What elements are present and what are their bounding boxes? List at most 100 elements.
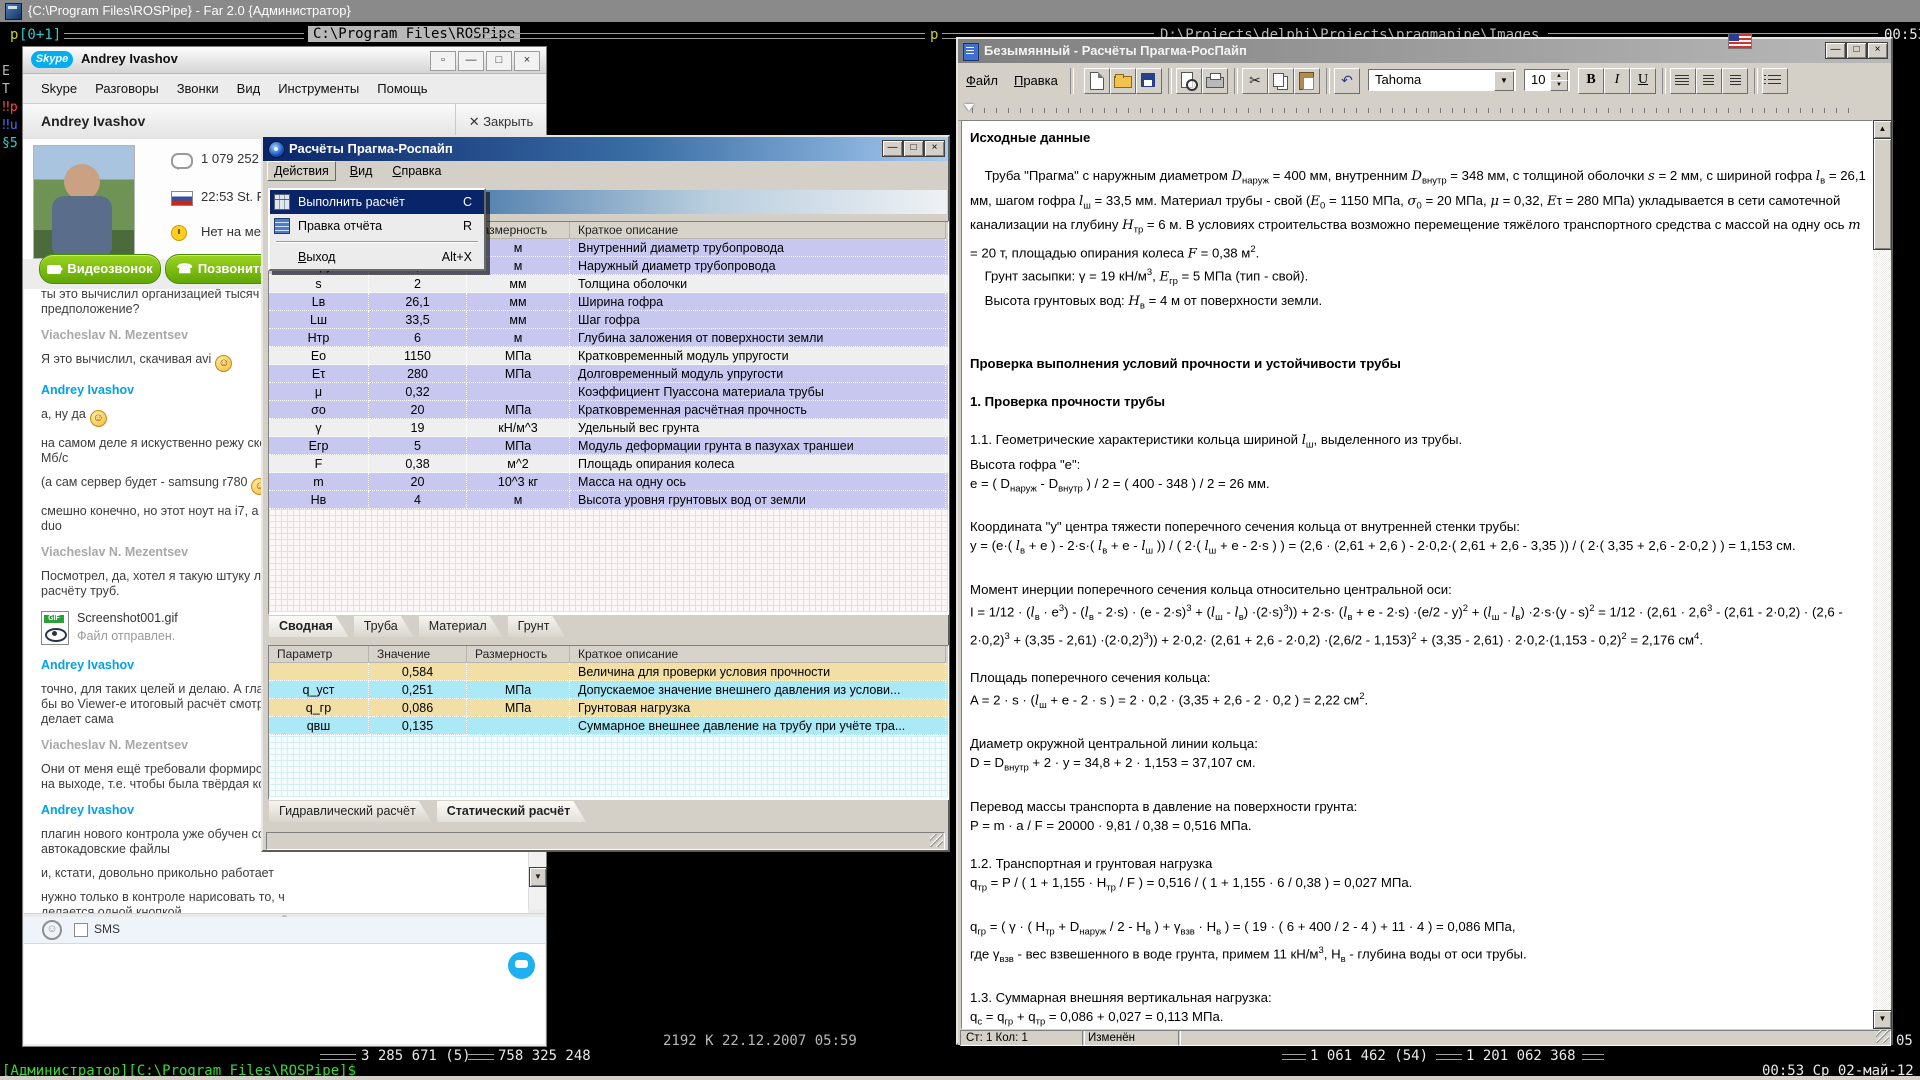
tab-Гидравлический расчёт[interactable]: Гидравлический расчёт: [269, 801, 432, 822]
compact-view-button[interactable]: ▫: [430, 51, 456, 71]
new-document-button[interactable]: [1084, 68, 1110, 94]
far-titlebar[interactable]: {C:\Program Files\ROSPipe} - Far 2.0 {Ад…: [0, 0, 1920, 22]
column-header[interactable]: Параметр: [269, 646, 369, 663]
column-header[interactable]: Краткое описание: [570, 222, 946, 239]
far-right-selected-size: 1 061 462 (54): [1310, 1048, 1428, 1064]
align-right-button[interactable]: [1722, 68, 1748, 94]
paste-button[interactable]: [1294, 68, 1320, 94]
document-scrollbar[interactable]: ▲ ▼: [1873, 120, 1891, 1029]
menu-item-Инструменты[interactable]: Инструменты: [278, 81, 359, 96]
resize-grip[interactable]: [930, 834, 943, 847]
align-left-button[interactable]: [1670, 68, 1696, 94]
table-row[interactable]: μ0,32Коэффициент Пуассона материала труб…: [269, 383, 948, 401]
open-button[interactable]: [1110, 68, 1136, 94]
table-row[interactable]: 0,584Величина для проверки условия прочн…: [269, 663, 948, 681]
table-row[interactable]: Eо1150МПаКратковременный модуль упругост…: [269, 347, 948, 365]
column-header[interactable]: Размерность: [467, 646, 570, 663]
tab-Труба[interactable]: Труба: [354, 616, 414, 637]
tab-Сводная[interactable]: Сводная: [269, 616, 349, 637]
cut-button[interactable]: ✂: [1242, 68, 1268, 94]
doc-paragraph: где γвзв - вес взвешенного в воде грунта…: [970, 941, 1866, 969]
table-row[interactable]: γ19кН/м^3Удельный вес грунта: [269, 419, 948, 437]
column-header[interactable]: Значение: [369, 646, 467, 663]
maximize-button[interactable]: □: [1846, 42, 1867, 59]
menu-item-Skype[interactable]: Skype: [41, 81, 77, 96]
table-row[interactable]: F0,38м^2Площадь опирания колеса: [269, 455, 948, 473]
underline-button[interactable]: U: [1630, 68, 1656, 94]
video-call-button[interactable]: Видеозвонок: [39, 254, 161, 284]
bullet-list-button[interactable]: [1762, 68, 1788, 94]
table-row[interactable]: m2010^3 кгМасса на одну ось: [269, 473, 948, 491]
menu-item-Выполнить расчёт[interactable]: Выполнить расчётC: [270, 190, 484, 214]
table-row[interactable]: Hв4мВысота уровня грунтовых вод от земли: [269, 491, 948, 509]
italic-button[interactable]: I: [1604, 68, 1630, 94]
close-button[interactable]: ×: [514, 51, 540, 71]
console-fragment: T: [2, 82, 10, 97]
print-preview-icon: [1181, 72, 1193, 88]
document-area[interactable]: Исходные данные Труба "Прагма" с наружны…: [961, 120, 1873, 1029]
spin-down-icon[interactable]: ▼: [1550, 80, 1568, 91]
menu-item-Справка[interactable]: Справка: [386, 162, 447, 180]
print-preview-button[interactable]: [1176, 68, 1202, 94]
avatar[interactable]: [33, 145, 135, 259]
table-row[interactable]: q_гр0,086МПаГрунтовая нагрузка: [269, 699, 948, 717]
skype-window-buttons: ▫—□×: [428, 50, 540, 71]
menu-item-Вид[interactable]: Вид: [237, 81, 261, 96]
font-size-input[interactable]: 10▲▼: [1524, 69, 1570, 91]
table-row[interactable]: s2ммТолщина оболочки: [269, 275, 948, 293]
doc-paragraph: [970, 316, 1866, 335]
menu-item-Вид[interactable]: Вид: [344, 162, 379, 180]
resize-grip[interactable]: [1876, 1030, 1889, 1043]
tab-Материал[interactable]: Материал: [419, 616, 503, 637]
table-row[interactable]: qвш0,135Суммарное внешнее давление на тр…: [269, 717, 948, 735]
menu-item-Правка отчёта[interactable]: Правка отчётаR: [270, 214, 484, 238]
message-input[interactable]: [24, 943, 545, 1044]
doc-paragraph: Координата "у" центра тяжести поперечног…: [970, 517, 1866, 536]
skype-titlebar[interactable]: Skype Andrey Ivashov ▫—□×: [23, 47, 546, 74]
table-row[interactable]: Hтр6мГлубина заложения от поверхности зе…: [269, 329, 948, 347]
doc-paragraph: qгр = ( γ · ( Hтр + Dнаруж / 2 - Hв ) + …: [970, 917, 1866, 942]
undo-button[interactable]: ↶: [1334, 68, 1360, 94]
send-message-icon[interactable]: [508, 952, 535, 979]
table-row[interactable]: Eτ280МПаДолговременный модуль упругости: [269, 365, 948, 383]
close-button[interactable]: ×: [924, 140, 945, 157]
save-button[interactable]: [1136, 68, 1162, 94]
maximize-button[interactable]: □: [903, 140, 924, 157]
menu-item-Помощь[interactable]: Помощь: [377, 81, 427, 96]
table-row[interactable]: σо20МПаКратковременная расчётная прочнос…: [269, 401, 948, 419]
bold-button[interactable]: B: [1578, 68, 1604, 94]
table-row[interactable]: Eгр5МПаМодуль деформации грунта в пазуха…: [269, 437, 948, 455]
minimize-button[interactable]: —: [882, 140, 903, 157]
scroll-thumb[interactable]: [1873, 138, 1892, 250]
table-row[interactable]: Lш33,5ммШаг гофра: [269, 311, 948, 329]
menu-item-Разговоры[interactable]: Разговоры: [95, 81, 159, 96]
scroll-up-button[interactable]: ▲: [1873, 120, 1892, 139]
emoticon-picker-icon[interactable]: ☺: [42, 920, 62, 940]
table-row[interactable]: q_уст0,251МПаДопускаемое значение внешне…: [269, 681, 948, 699]
scroll-down-button[interactable]: ▼: [1873, 1010, 1892, 1029]
language-flag-icon[interactable]: [1728, 33, 1752, 49]
chevron-down-icon[interactable]: ▼: [1494, 71, 1514, 91]
menu-item-Выход[interactable]: ВыходAlt+X: [270, 245, 484, 269]
minimize-button[interactable]: —: [1825, 42, 1846, 59]
scroll-down-button[interactable]: ▼: [529, 867, 547, 887]
print-button[interactable]: [1202, 68, 1228, 94]
close-button[interactable]: ×: [1867, 42, 1888, 59]
tab-Грунт[interactable]: Грунт: [508, 616, 566, 637]
tab-Статический расчёт[interactable]: Статический расчёт: [437, 801, 587, 822]
copy-button[interactable]: [1268, 68, 1294, 94]
table-row[interactable]: Lв26,1ммШирина гофра: [269, 293, 948, 311]
font-family-select[interactable]: Tahoma▼: [1368, 69, 1516, 91]
menu-item-Звонки[interactable]: Звонки: [177, 81, 219, 96]
maximize-button[interactable]: □: [486, 51, 512, 71]
menu-item-Файл[interactable]: Файл: [966, 73, 998, 88]
menu-item-Правка[interactable]: Правка: [1014, 73, 1058, 88]
align-center-button[interactable]: [1696, 68, 1722, 94]
menu-item-Действия[interactable]: Действия: [267, 161, 336, 181]
column-header[interactable]: Краткое описание: [570, 646, 946, 663]
conversation-title: Andrey Ivashov: [41, 113, 145, 129]
sms-checkbox[interactable]: [74, 923, 88, 937]
new-document-icon: [1090, 72, 1104, 90]
minimize-button[interactable]: —: [458, 51, 484, 71]
calc-titlebar[interactable]: Расчёты Прагма-Роспайп —□×: [263, 137, 948, 161]
